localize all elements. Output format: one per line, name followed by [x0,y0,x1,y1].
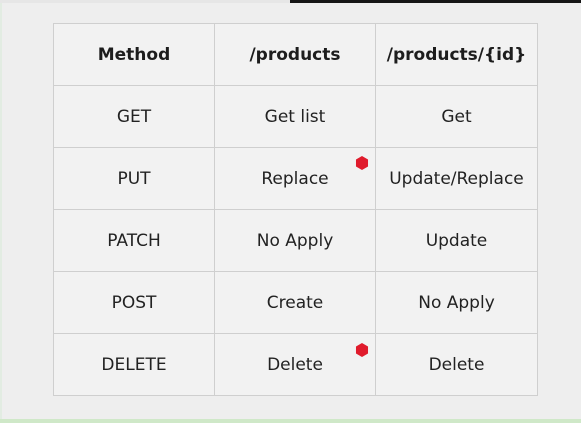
header-product-id: /products/{id} [375,23,538,86]
cell-item: Get [375,85,538,148]
cell-method: PATCH [53,209,215,272]
cell-collection-with-marker: Replace [214,147,376,210]
table-row: POST Create No Apply [53,271,538,334]
table-row: DELETE Delete Delete [53,333,538,396]
cell-method: GET [53,85,215,148]
cell-method: DELETE [53,333,215,396]
top-dark-bar [290,0,581,3]
slide-page: Method /products /products/{id} GET Get … [0,0,581,423]
cell-item: Update/Replace [375,147,538,210]
cell-collection-text: Replace [261,168,329,189]
cell-collection: No Apply [214,209,376,272]
top-strip [0,0,290,3]
red-hexagon-icon [355,343,369,357]
header-method: Method [53,23,215,86]
cell-item: Update [375,209,538,272]
cell-collection: Get list [214,85,376,148]
header-products: /products [214,23,376,86]
http-methods-table: Method /products /products/{id} GET Get … [53,23,538,396]
table-row: GET Get list Get [53,85,538,148]
table-row: PATCH No Apply Update [53,209,538,272]
cell-collection: Create [214,271,376,334]
cell-collection-text: Delete [267,354,323,375]
cell-method: PUT [53,147,215,210]
cell-method: POST [53,271,215,334]
table-row: PUT Replace Update/Replace [53,147,538,210]
table-header-row: Method /products /products/{id} [53,23,538,86]
red-hexagon-icon [355,156,369,170]
bottom-strip [0,419,581,423]
cell-item: No Apply [375,271,538,334]
cell-collection-with-marker: Delete [214,333,376,396]
left-edge [0,3,2,419]
cell-item: Delete [375,333,538,396]
